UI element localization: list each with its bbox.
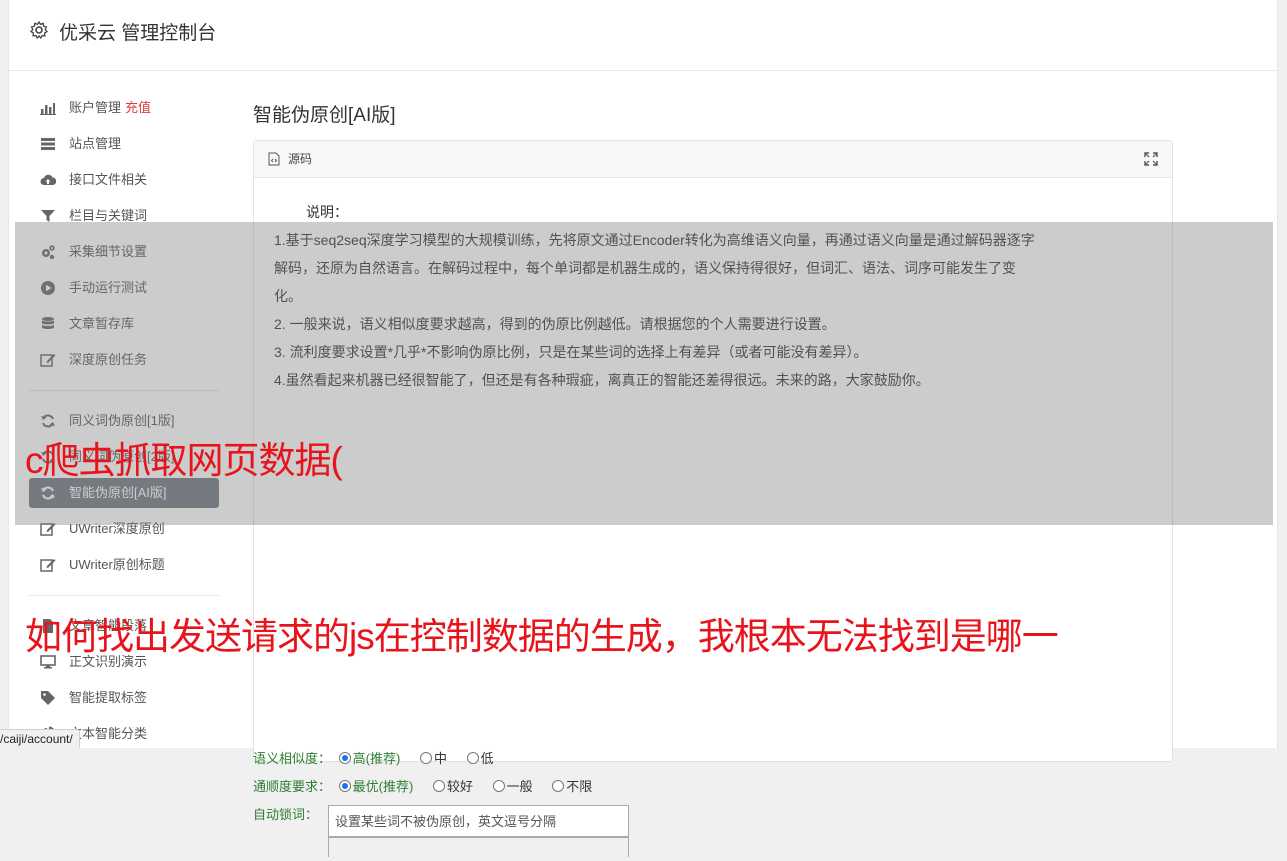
bar-chart-icon: [40, 103, 56, 115]
top-header: 优采云 管理控制台: [9, 0, 1277, 71]
lock-label: 自动锁词：: [253, 807, 319, 822]
panel-header: 源码: [254, 141, 1172, 178]
radio-button[interactable]: [338, 780, 351, 792]
similarity-option-low[interactable]: 低: [463, 751, 494, 766]
page-title: 智能伪原创[AI版]: [253, 105, 396, 126]
sidebar-item-label: 站点管理: [69, 136, 122, 151]
fluency-label: 通顺度要求：: [253, 779, 332, 794]
expand-icon[interactable]: [1144, 152, 1158, 166]
tag-icon: [41, 691, 55, 705]
overlay-caption-1: c爬虫抓取网页数据(: [25, 440, 343, 481]
cloud-upload-icon: [40, 174, 56, 185]
sidebar-item[interactable]: 智能提取标签: [29, 680, 219, 716]
overlay-caption-2: 如何找出发送请求的js在控制数据的生成，我根本无法找到是哪一: [25, 616, 1059, 657]
main-content: 智能伪原创[AI版] 源码 说明： 1.基于seq2seq深度学习模型的大规模训…: [253, 100, 1173, 857]
sidebar-item[interactable]: 接口文件相关: [29, 162, 219, 198]
status-bar-url: /caiji/account/: [0, 729, 80, 748]
fluency-option-good[interactable]: 较好: [429, 779, 473, 794]
radio-button[interactable]: [552, 780, 565, 792]
radio-button[interactable]: [492, 780, 505, 792]
list-icon: [41, 138, 55, 150]
similarity-option-high[interactable]: 高(推荐): [335, 751, 400, 766]
sidebar-item-label: 栏目与关键词: [69, 208, 148, 223]
settings-form: 语义相似度： 高(推荐) 中 低 通顺度要求： 最优(推荐) 较好 一般 不限 …: [253, 745, 1173, 861]
radio-button[interactable]: [338, 752, 351, 764]
similarity-row: 语义相似度： 高(推荐) 中 低: [253, 745, 1173, 773]
similarity-label: 语义相似度：: [253, 751, 332, 766]
radio-button[interactable]: [466, 752, 479, 764]
secondary-input[interactable]: [328, 837, 629, 857]
fluency-option-best[interactable]: 最优(推荐): [335, 779, 413, 794]
sidebar-item-label: UWriter原创标题: [69, 557, 165, 572]
fluency-option-normal[interactable]: 一般: [489, 779, 533, 794]
lock-row: 自动锁词：: [253, 801, 1173, 861]
fluency-row: 通顺度要求： 最优(推荐) 较好 一般 不限: [253, 773, 1173, 801]
sidebar-item[interactable]: 账户管理 充值: [29, 90, 219, 126]
radio-button[interactable]: [432, 780, 445, 792]
sidebar-item-label: 智能提取标签: [69, 690, 148, 705]
sidebar-item-label: 接口文件相关: [69, 172, 148, 187]
file-code-icon: [268, 152, 280, 166]
similarity-option-medium[interactable]: 中: [416, 751, 447, 766]
edit-icon: [40, 559, 56, 572]
app-title: 优采云 管理控制台: [59, 23, 217, 44]
panel-header-label: 源码: [288, 152, 313, 166]
radio-button[interactable]: [419, 752, 432, 764]
fluency-option-any[interactable]: 不限: [548, 779, 592, 794]
sidebar-item[interactable]: UWriter原创标题: [29, 547, 219, 583]
sidebar-item-label: 文本智能分类: [69, 726, 148, 741]
recharge-link[interactable]: 充值: [125, 100, 151, 115]
sidebar-item[interactable]: 站点管理: [29, 126, 219, 162]
sidebar-item-label: 账户管理: [69, 100, 122, 115]
lock-words-input[interactable]: [328, 805, 629, 837]
sidebar-divider: [29, 595, 219, 596]
gear-icon: [29, 20, 49, 40]
